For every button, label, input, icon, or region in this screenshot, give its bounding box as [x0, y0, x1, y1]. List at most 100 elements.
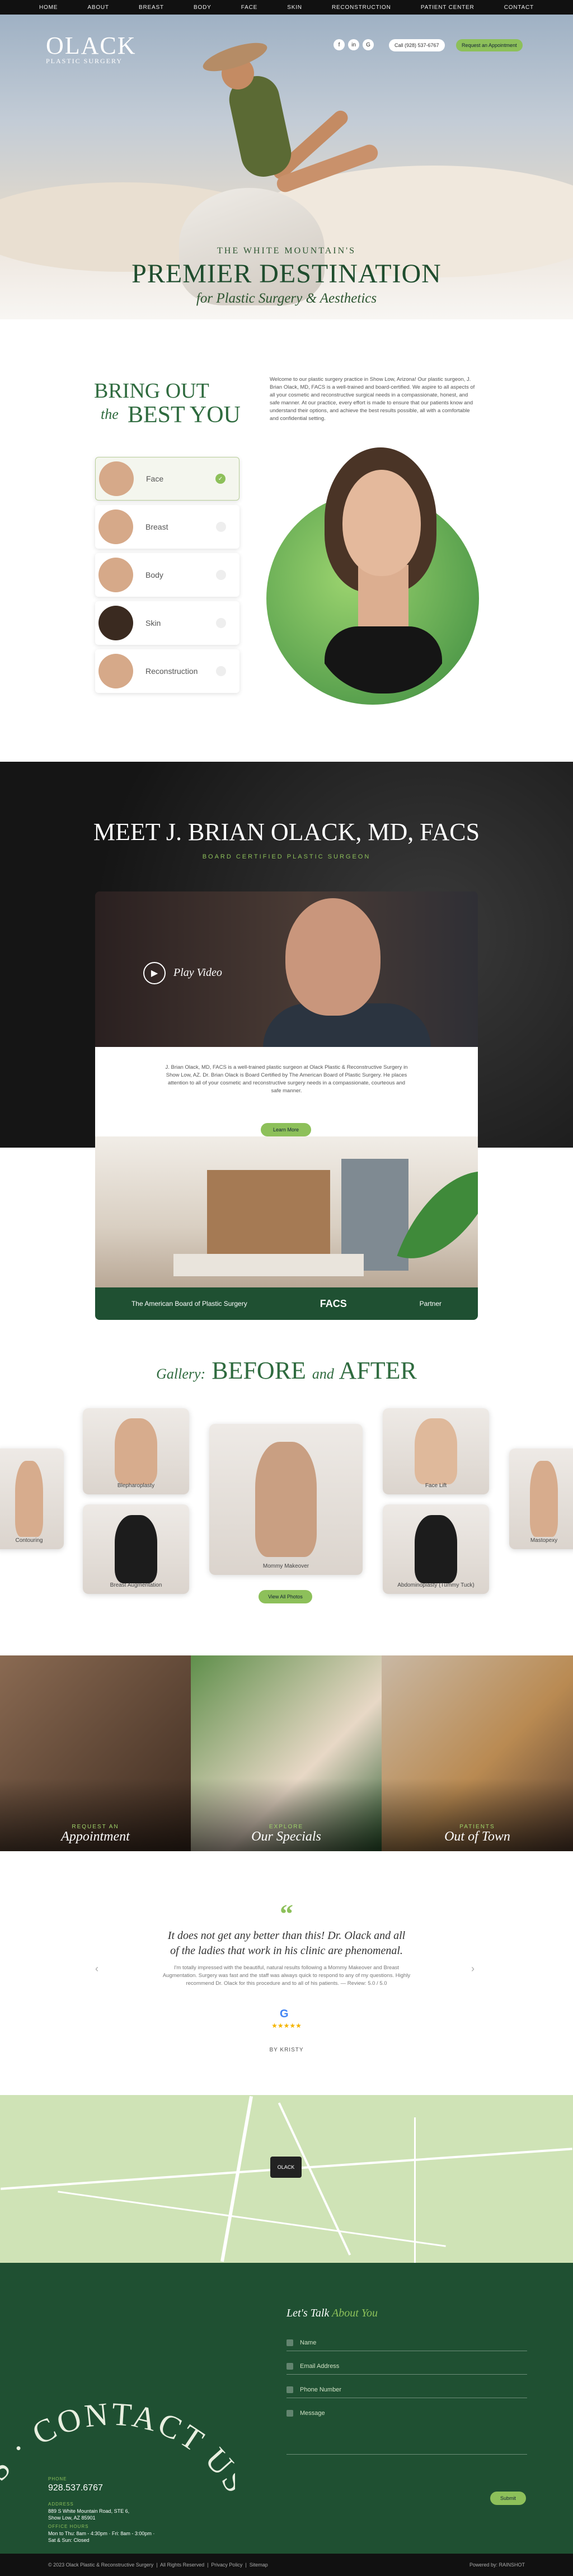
contact-heading-accent: About You [331, 2307, 378, 2319]
phone-field[interactable]: Phone Number [286, 2386, 527, 2399]
gallery-card[interactable]: Mastopexy [509, 1449, 573, 1549]
category-breast[interactable]: Breast [95, 505, 239, 549]
model-portrait [313, 447, 453, 693]
play-label[interactable]: Play Video [173, 966, 222, 979]
gallery-card[interactable]: Breast Augmentation [83, 1504, 189, 1594]
specials-tile[interactable]: EXPLORE Our Specials [191, 1655, 382, 1851]
abps-logo: The American Board of Plastic Surgery [131, 1300, 247, 1308]
google-icon[interactable]: G [363, 39, 374, 50]
category-face[interactable]: Face ✓ [95, 457, 239, 501]
testimonial-body: I'm totally impressed with the beautiful… [162, 1965, 411, 1987]
bio-text: J. Brian Olack, MD, FACS is a well-train… [165, 1064, 408, 1094]
category-reconstruction[interactable]: Reconstruction [95, 649, 239, 693]
hero-subtitle: THE WHITE MOUNTAIN'S [217, 246, 356, 256]
out-of-town-tile[interactable]: PATIENTS Out of Town [382, 1655, 573, 1851]
phone-icon [286, 2386, 293, 2394]
message-field[interactable]: Message [286, 2410, 527, 2455]
footer: © 2023 Olack Plastic & Reconstructive Su… [0, 2554, 573, 2576]
site-logo[interactable]: OLACK PLASTIC SURGERY [46, 32, 137, 65]
svg-text:US · CONTACT US · CO: US · CONTACT US · CO [0, 2338, 235, 2509]
category-label: Skin [145, 619, 161, 628]
gallery-caption: Face Lift [425, 1483, 447, 1489]
next-arrow-icon[interactable]: › [471, 1963, 475, 1975]
testimonial-author: BY KRISTY [269, 2047, 304, 2053]
facs-logo: FACS [320, 1298, 347, 1309]
contact-phone: PHONE 928.537.6767 [48, 2476, 103, 2493]
name-field[interactable]: Name [286, 2339, 527, 2352]
submit-button[interactable]: Submit [490, 2492, 526, 2505]
footer-links[interactable]: © 2023 Olack Plastic & Reconstructive Su… [48, 2562, 268, 2568]
category-thumb [99, 461, 134, 496]
category-body[interactable]: Body [95, 553, 239, 597]
gallery-card[interactable]: Blepharoplasty [83, 1408, 189, 1494]
linkedin-icon[interactable]: in [348, 39, 359, 50]
arrow-icon [216, 618, 226, 628]
gallery-title-before: BEFORE [212, 1357, 306, 1384]
office-photo [95, 1136, 478, 1287]
view-all-photos-button[interactable]: View All Photos [259, 1590, 312, 1603]
appointment-tile[interactable]: REQUEST AN Appointment [0, 1655, 191, 1851]
nav-home[interactable]: HOME [39, 4, 58, 11]
nav-reconstruction[interactable]: RECONSTRUCTION [332, 4, 391, 11]
category-label: Face [146, 474, 164, 483]
intro-heading-the: the [101, 406, 119, 422]
nav-breast[interactable]: BREAST [139, 4, 164, 11]
category-thumb [98, 654, 133, 688]
gallery-title: Gallery: BEFORE and AFTER [0, 1356, 573, 1385]
gallery-title-and: and [312, 1366, 334, 1382]
top-nav: HOME ABOUT BREAST BODY FACE SKIN RECONST… [0, 0, 573, 15]
message-icon [286, 2410, 293, 2417]
call-button[interactable]: Call (928) 537-6767 [389, 39, 445, 51]
nav-skin[interactable]: SKIN [287, 4, 302, 11]
logo-name: OLACK [46, 32, 137, 59]
tile-title: Our Specials [251, 1829, 321, 1844]
gallery-card[interactable]: Abdominoplasty (Tummy Tuck) [383, 1504, 489, 1594]
nav-about[interactable]: ABOUT [87, 4, 109, 11]
credentials-bar: The American Board of Plastic Surgery FA… [95, 1287, 478, 1320]
gallery-caption: Blepharoplasty [117, 1483, 155, 1489]
meet-title: MEET J. BRIAN OLACK, MD, FACS [93, 818, 480, 846]
rating-stars: ★★★★★ [271, 2022, 302, 2030]
play-icon[interactable]: ▶ [143, 962, 166, 984]
location-map[interactable] [0, 2095, 573, 2263]
tile-title: Appointment [61, 1829, 130, 1844]
prev-arrow-icon[interactable]: ‹ [95, 1963, 98, 1975]
gallery-caption: Breast Augmentation [110, 1582, 162, 1588]
contact-address: ADDRESS 889 S White Mountain Road, STE 6… [48, 2502, 130, 2521]
hero-title: PREMIER DESTINATION [131, 259, 442, 289]
nav-contact[interactable]: CONTACT [504, 4, 534, 11]
appointment-button[interactable]: Request an Appointment [456, 39, 523, 51]
intro-heading: BEST YOU [128, 402, 241, 428]
gallery-card[interactable]: Mommy Makeover [209, 1424, 363, 1575]
gallery-card[interactable]: Face Lift [383, 1408, 489, 1494]
map-marker[interactable]: OLACK [270, 2157, 302, 2178]
user-icon [286, 2339, 293, 2347]
testimonial-quote: It does not get any better than this! Dr… [167, 1929, 406, 1957]
category-label: Reconstruction [145, 667, 198, 676]
gallery-caption: Mastopexy [530, 1537, 558, 1544]
category-thumb [98, 509, 133, 544]
category-thumb [98, 558, 133, 592]
gallery-card[interactable]: Contouring [0, 1449, 64, 1549]
facebook-icon[interactable]: f [334, 39, 345, 50]
mail-icon [286, 2363, 293, 2370]
gallery-caption: Abdominoplasty (Tummy Tuck) [397, 1582, 475, 1588]
category-skin[interactable]: Skin [95, 601, 239, 645]
contact-heading-pre: Let's Talk [286, 2307, 330, 2319]
nav-patient-center[interactable]: PATIENT CENTER [421, 4, 475, 11]
email-field[interactable]: Email Address [286, 2363, 527, 2375]
partner-logo: Partner [419, 1300, 442, 1308]
doctor-photo [285, 898, 381, 1016]
learn-more-button[interactable]: Learn More [261, 1123, 311, 1136]
nav-body[interactable]: BODY [194, 4, 212, 11]
video-player[interactable]: ▶ Play Video [95, 891, 478, 1047]
nav-face[interactable]: FACE [241, 4, 257, 11]
intro-text: Welcome to our plastic surgery practice … [270, 376, 475, 422]
google-icon: G [280, 2008, 289, 2020]
gallery-title-pre: Gallery: [156, 1366, 206, 1382]
footer-credit[interactable]: Powered by: RAINSHOT [469, 2562, 525, 2568]
hero-tagline: for Plastic Surgery & Aesthetics [196, 291, 377, 306]
gallery-caption: Mommy Makeover [262, 1563, 309, 1569]
contact-hours: OFFICE HOURS Mon to Thu: 8am - 4:30pm · … [48, 2524, 155, 2543]
category-thumb [98, 606, 133, 640]
